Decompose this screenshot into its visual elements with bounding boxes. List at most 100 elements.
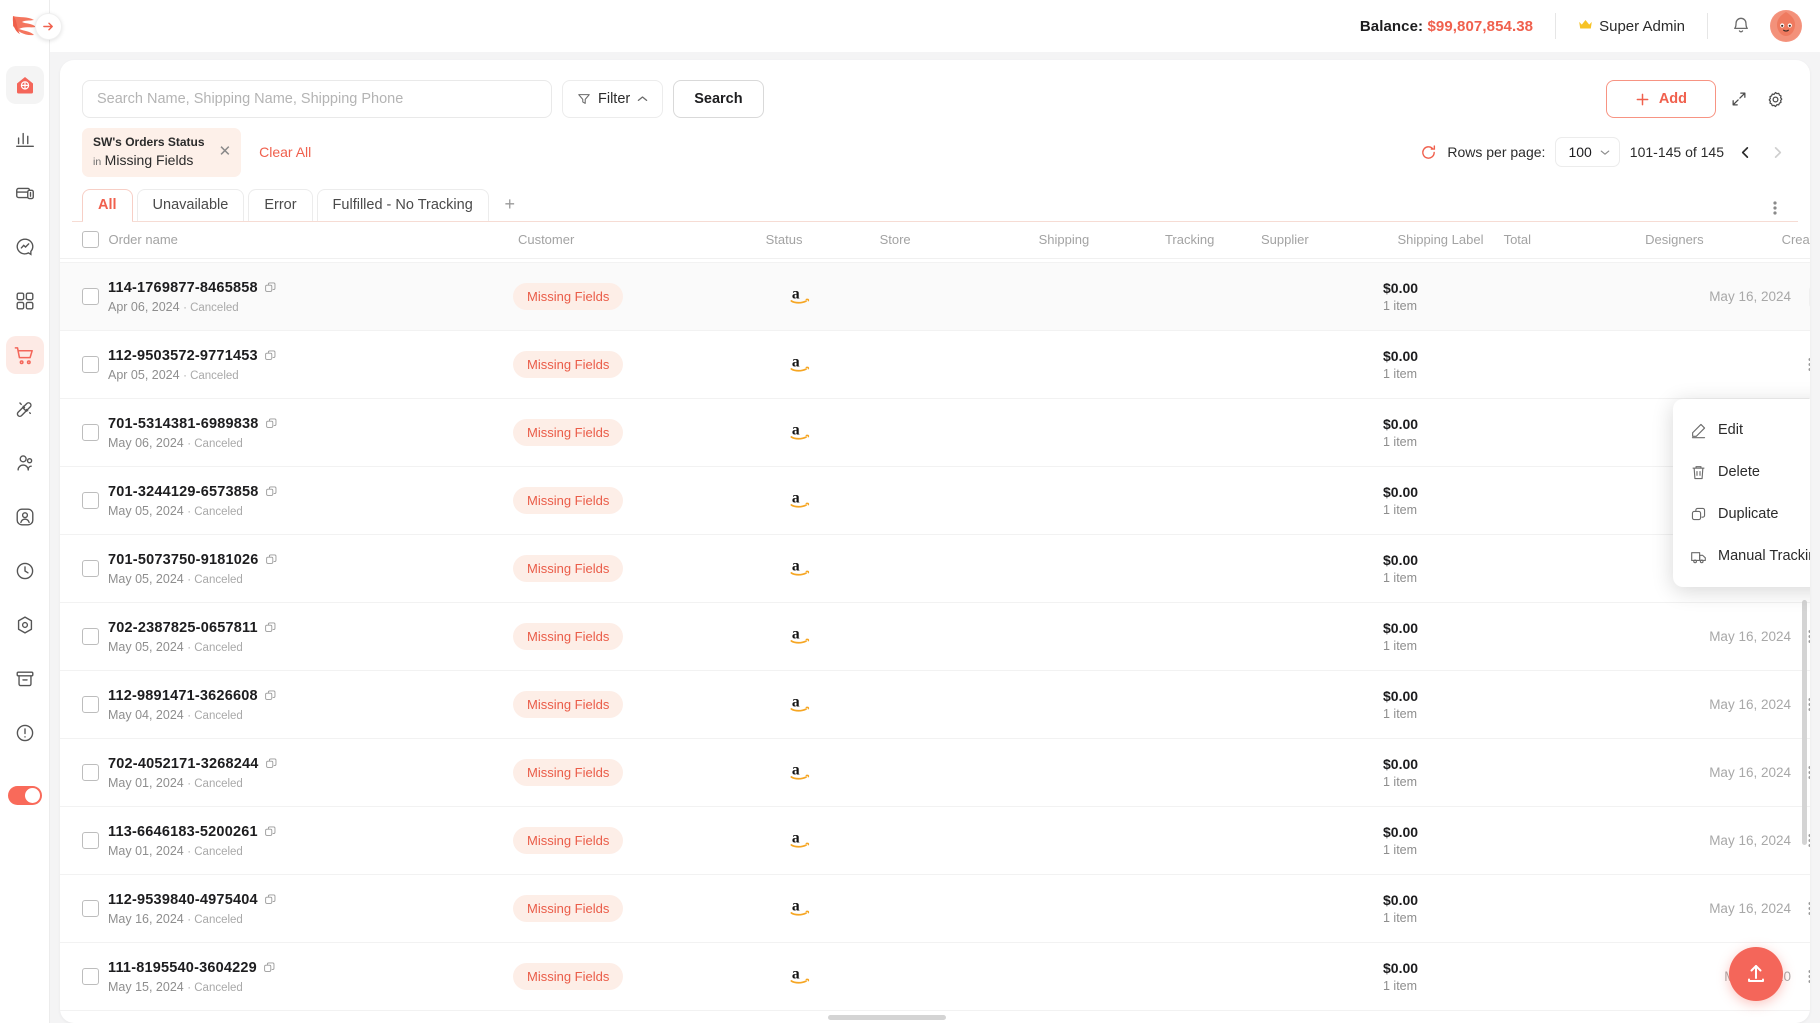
order-name[interactable]: 701-5073750-9181026 — [108, 552, 513, 568]
row-checkbox[interactable] — [82, 900, 99, 918]
row-checkbox[interactable] — [82, 832, 99, 850]
sidebar-item-home[interactable] — [5, 66, 44, 104]
table-row[interactable]: 702-4052171-3268244 May 01, 2024 · Cancel… — [60, 739, 1810, 807]
sidebar-item-settings[interactable] — [6, 606, 44, 644]
order-name[interactable]: 701-5314381-6989838 — [108, 416, 513, 432]
context-menu-edit[interactable]: Edit — [1673, 409, 1810, 451]
clear-all-button[interactable]: Clear All — [259, 144, 311, 160]
row-checkbox[interactable] — [82, 628, 99, 646]
sidebar-item-apps[interactable] — [6, 282, 44, 320]
tab-unavailable[interactable]: Unavailable — [136, 188, 245, 221]
store-cell: a — [758, 263, 843, 331]
store-cell: a — [758, 671, 843, 739]
context-menu-delete[interactable]: Delete — [1673, 451, 1810, 493]
row-kebab-icon[interactable] — [1791, 697, 1810, 712]
order-name[interactable]: 114-1769877-8465858 — [108, 280, 513, 296]
horizontal-scrollbar[interactable] — [828, 1015, 946, 1020]
row-checkbox[interactable] — [82, 764, 99, 782]
col-customer[interactable]: Customer — [517, 221, 766, 259]
tabs-overflow-kebab-icon[interactable] — [1762, 195, 1788, 221]
active-filter-chip[interactable]: SW's Orders Status in Missing Fields ✕ — [82, 128, 242, 177]
select-all-checkbox[interactable] — [82, 230, 99, 248]
row-kebab-icon[interactable] — [1791, 901, 1810, 916]
col-order-name[interactable]: Order name — [108, 221, 417, 259]
col-shipping-label[interactable]: Shipping Label — [1397, 221, 1504, 259]
table-row[interactable]: 112-9891471-3626608 May 04, 2024 · Cancel… — [60, 671, 1810, 739]
col-store[interactable]: Store — [851, 221, 1039, 259]
col-supplier[interactable]: Supplier — [1260, 221, 1398, 259]
table-row[interactable]: 114-1769877-8465858 Apr 06, 2024 · Cancel… — [60, 262, 1810, 331]
order-name[interactable]: 702-2387825-0657811 — [108, 620, 513, 636]
sidebar-item-analytics[interactable] — [6, 120, 44, 158]
vertical-scrollbar[interactable] — [1802, 599, 1807, 845]
add-button[interactable]: Add — [1605, 80, 1716, 118]
table-row[interactable]: 112-9539840-4975404 May 16, 2024 · Cancel… — [60, 875, 1810, 943]
order-name[interactable]: 112-9891471-3626608 — [108, 688, 513, 704]
chip-remove-icon[interactable]: ✕ — [219, 144, 232, 159]
row-checkbox[interactable] — [82, 560, 99, 578]
col-tracking[interactable]: Tracking — [1164, 221, 1261, 259]
row-checkbox[interactable] — [82, 288, 99, 306]
expand-arrows-icon[interactable] — [1726, 86, 1752, 112]
sidebar-item-users[interactable] — [6, 444, 44, 482]
order-name[interactable]: 702-4052171-3268244 — [108, 756, 513, 772]
sidebar-item-billing[interactable] — [6, 174, 44, 212]
sidebar-item-account[interactable] — [6, 498, 44, 536]
row-checkbox[interactable] — [82, 424, 99, 442]
table-row[interactable]: 112-9503572-9771453 Apr 05, 2024 · Cancel… — [60, 331, 1810, 399]
filter-button[interactable]: Filter — [562, 80, 664, 118]
order-name[interactable]: 112-9503572-9771453 — [108, 348, 513, 364]
search-input[interactable] — [82, 80, 552, 118]
row-kebab-icon[interactable] — [1791, 629, 1810, 644]
row-kebab-icon[interactable] — [1791, 833, 1810, 848]
col-created-at[interactable]: Created at — [1781, 221, 1810, 259]
sidebar-item-history[interactable] — [6, 552, 44, 590]
order-name[interactable]: 112-9539840-4975404 — [108, 892, 513, 908]
table-row[interactable]: 701-3244129-6573858 May 05, 2024 · Cancel… — [60, 467, 1810, 535]
role-badge[interactable]: Super Admin — [1578, 18, 1685, 35]
order-name[interactable]: 701-3244129-6573858 — [108, 484, 513, 500]
col-status[interactable]: Status — [765, 221, 852, 259]
row-checkbox[interactable] — [82, 356, 99, 374]
tab-fulfilled-no-tracking[interactable]: Fulfilled - No Tracking — [316, 188, 489, 221]
sidebar-item-orders[interactable] — [5, 336, 44, 374]
refresh-icon[interactable] — [1420, 144, 1437, 161]
upload-fab[interactable] — [1729, 947, 1783, 1001]
table-row[interactable]: 701-5314381-6989838 May 06, 2024 · Cancel… — [60, 399, 1810, 467]
gear-icon[interactable] — [1762, 86, 1788, 112]
order-name[interactable]: 113-6646183-5200261 — [108, 824, 513, 840]
row-checkbox[interactable] — [82, 696, 99, 714]
notifications-bell-icon[interactable] — [1730, 15, 1752, 37]
search-button[interactable]: Search — [673, 80, 764, 118]
tab-all[interactable]: All — [82, 188, 133, 222]
context-menu-manual-tracking[interactable]: Manual Tracking — [1673, 535, 1810, 577]
table-row[interactable]: 701-5073750-9181026 May 05, 2024 · Cancel… — [60, 535, 1810, 603]
table-row[interactable]: 113-6646183-5200261 May 01, 2024 · Cancel… — [60, 807, 1810, 875]
row-kebab-icon[interactable] — [1791, 357, 1810, 372]
sidebar-item-alerts[interactable] — [6, 714, 44, 752]
context-menu-duplicate[interactable]: Duplicate — [1673, 493, 1810, 535]
col-total[interactable]: Total — [1503, 221, 1646, 259]
col-designers[interactable]: Designers — [1645, 221, 1782, 259]
row-checkbox[interactable] — [82, 968, 99, 986]
sidebar-item-insights[interactable] — [6, 228, 44, 266]
row-kebab-icon[interactable] — [1791, 969, 1810, 984]
table-row[interactable]: 702-2387825-0657811 May 05, 2024 · Cancel… — [60, 603, 1810, 671]
col-shipping[interactable]: Shipping — [1038, 221, 1165, 259]
row-checkbox[interactable] — [82, 492, 99, 510]
rows-per-page-select[interactable]: 100 — [1555, 137, 1620, 168]
prev-page-button[interactable] — [1734, 141, 1756, 163]
table-row[interactable]: 111-8195540-3604229 May 15, 2024 · Cancel… — [60, 943, 1810, 1011]
orders-rows-scroll[interactable]: Apr 10, 2024 · Canceled1 item114-1769877… — [60, 259, 1810, 1023]
sidebar-item-archive[interactable] — [6, 660, 44, 698]
user-avatar[interactable] — [1770, 10, 1802, 42]
row-kebab-icon[interactable] — [1791, 765, 1810, 780]
add-tab-button[interactable]: + — [493, 189, 527, 221]
theme-toggle[interactable] — [7, 786, 42, 805]
next-page-button[interactable] — [1766, 141, 1788, 163]
order-name[interactable]: 111-8195540-3604229 — [108, 960, 513, 976]
sidebar-expand-button[interactable] — [35, 13, 62, 40]
row-kebab-icon[interactable] — [1809, 285, 1810, 308]
sidebar-item-design-tools[interactable] — [6, 390, 44, 428]
tab-error[interactable]: Error — [248, 188, 313, 221]
